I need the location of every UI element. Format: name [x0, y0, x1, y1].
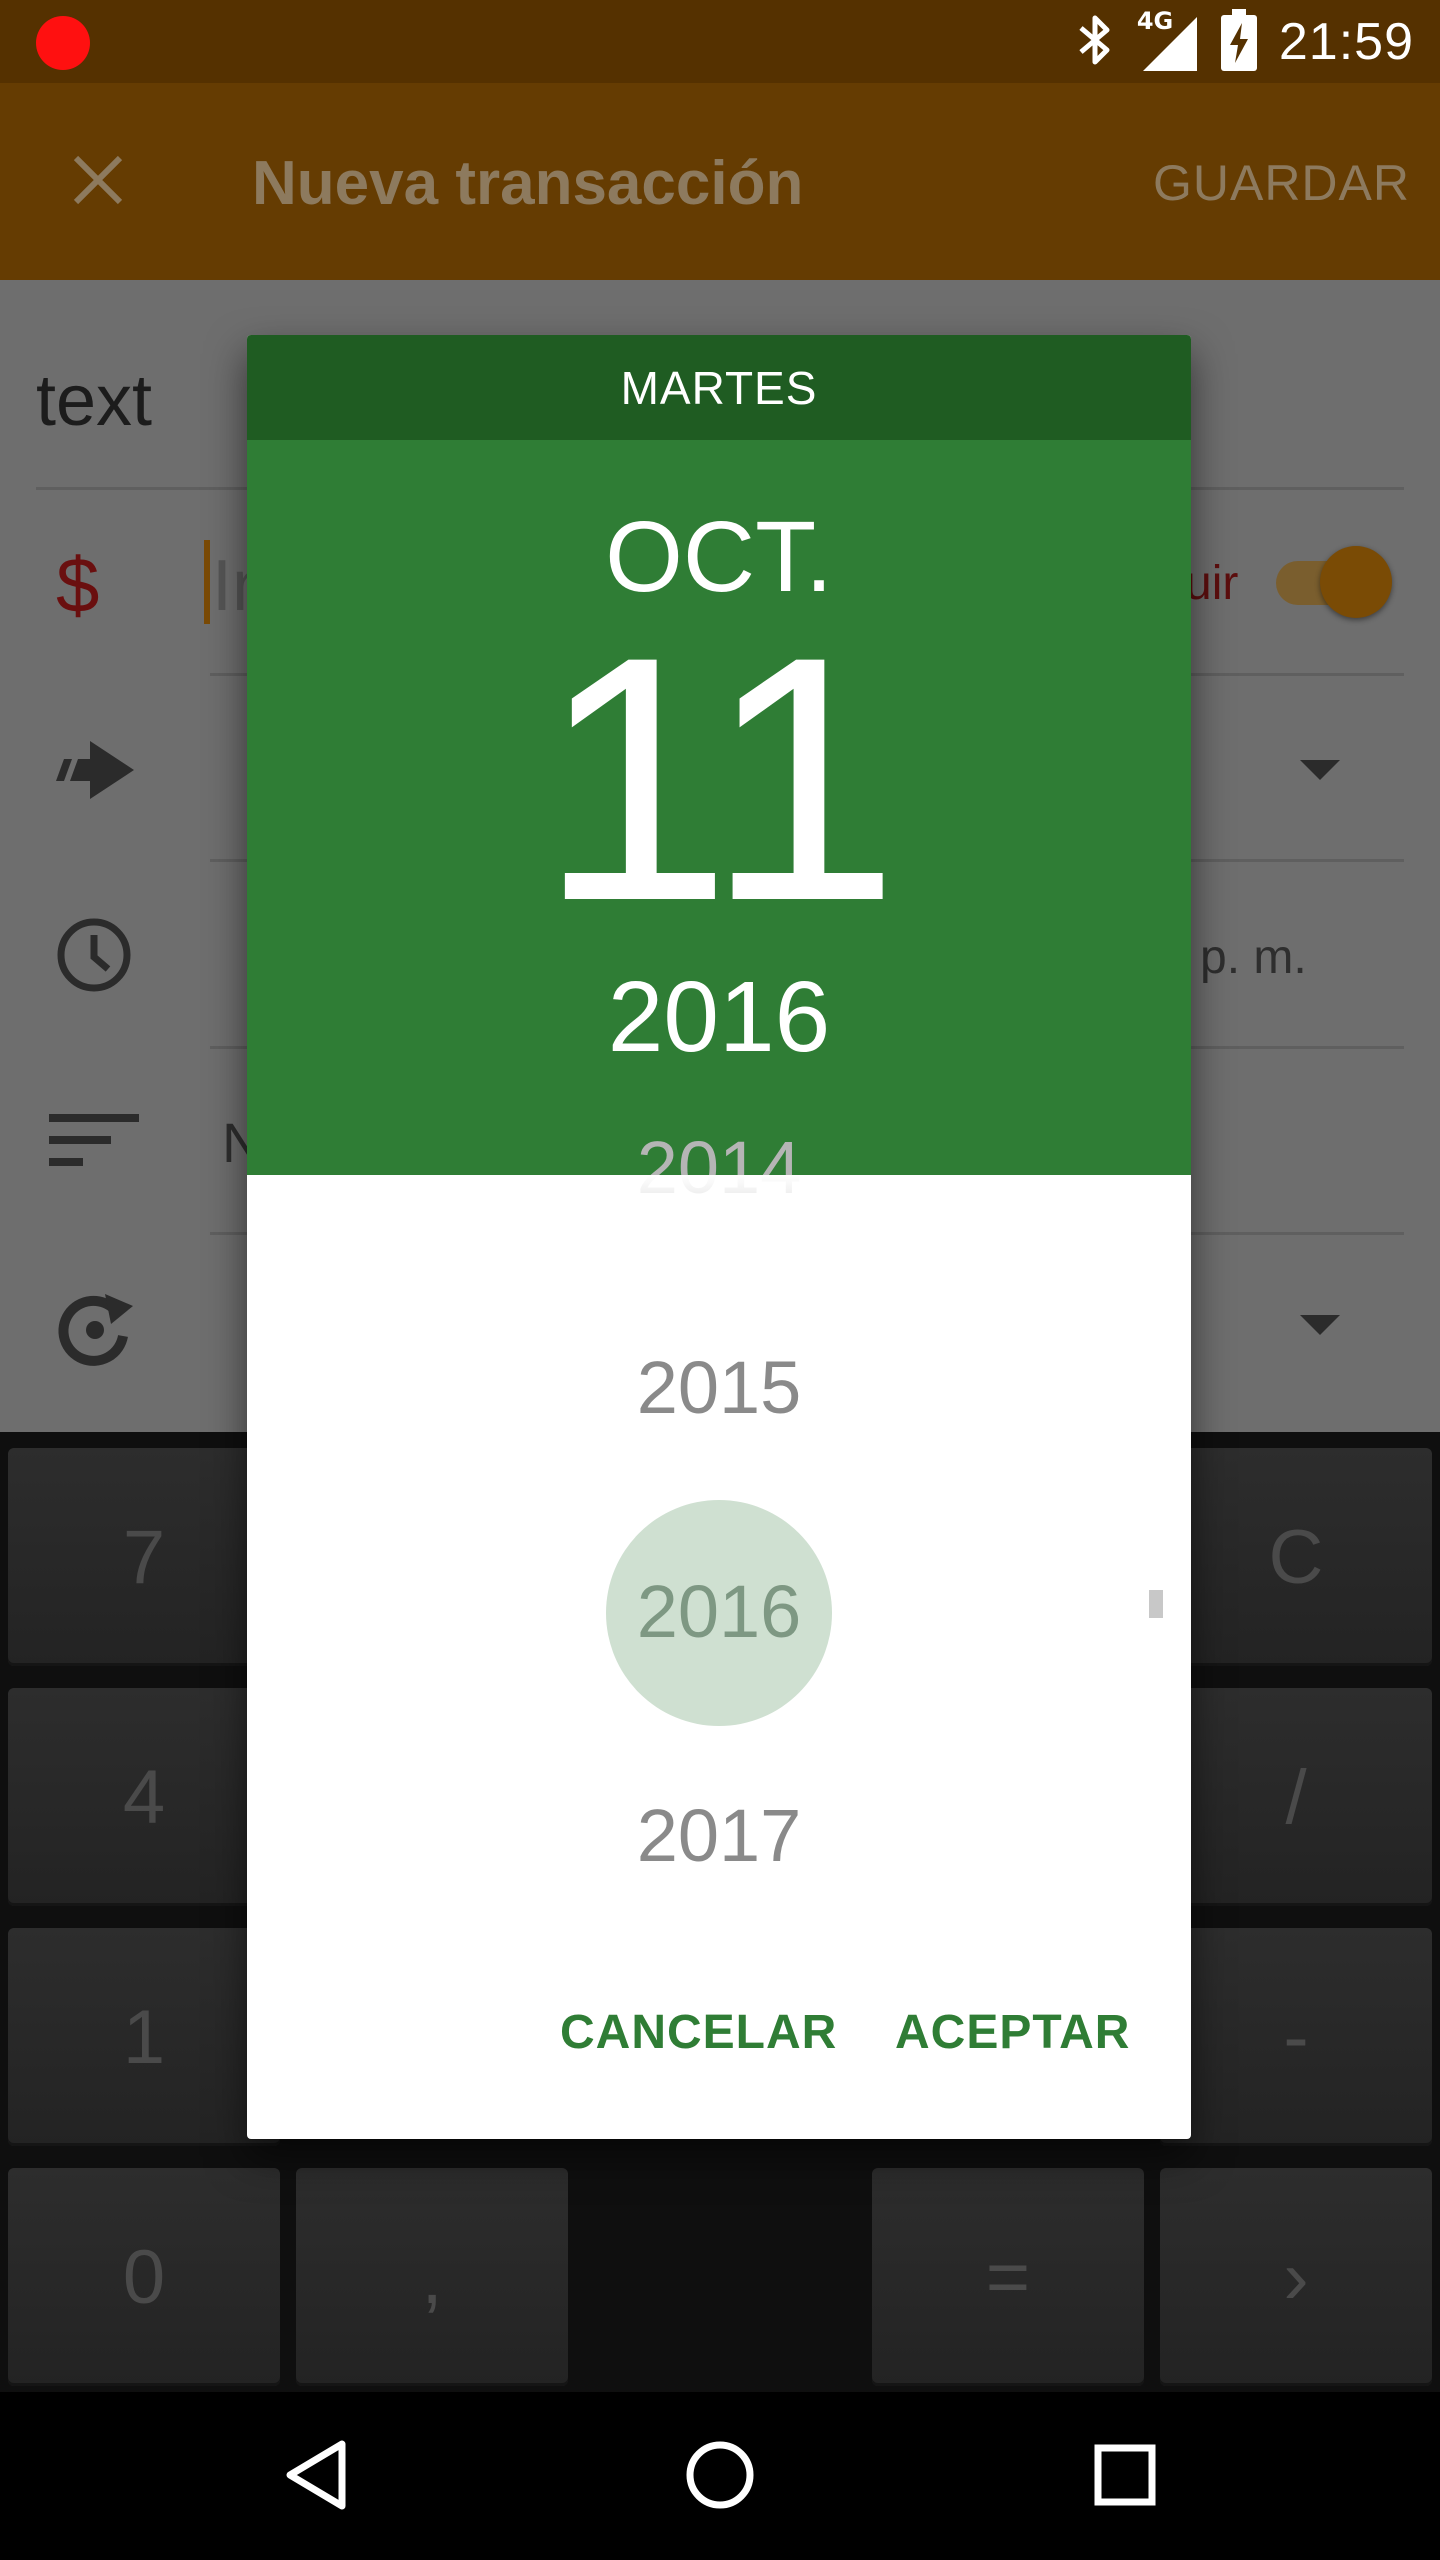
- bluetooth-icon: [1075, 12, 1115, 72]
- description-field[interactable]: text: [36, 360, 152, 442]
- dropdown-arrow-icon[interactable]: [1290, 740, 1350, 800]
- accept-button[interactable]: ACEPTAR: [895, 2005, 1130, 2060]
- notes-icon: [48, 1105, 140, 1175]
- close-icon: [73, 155, 123, 205]
- network-type-label: 4G: [1136, 6, 1174, 35]
- time-field[interactable]: p. m.: [1200, 930, 1307, 985]
- home-button[interactable]: [665, 2420, 775, 2530]
- selected-year-header[interactable]: 2016: [247, 960, 1191, 1075]
- weekday-header: MARTES: [247, 335, 1191, 440]
- year-item[interactable]: 2015: [247, 1345, 1191, 1430]
- close-button[interactable]: [58, 140, 138, 220]
- clock: 21:59: [1278, 12, 1414, 71]
- battery-charging-icon: [1220, 8, 1257, 75]
- transfer-arrow-icon: [50, 730, 140, 810]
- weekday-label: MARTES: [620, 361, 818, 414]
- list-fade: [247, 1175, 1191, 1265]
- back-button[interactable]: [262, 2420, 372, 2530]
- key-1[interactable]: 1: [8, 1928, 280, 2146]
- text-cursor: [204, 540, 210, 624]
- back-triangle-icon: [286, 2440, 346, 2510]
- recents-button[interactable]: [1070, 2420, 1180, 2530]
- selected-day[interactable]: 11: [247, 605, 1191, 953]
- year-item-selected[interactable]: 2016: [247, 1569, 1191, 1654]
- key-4[interactable]: 4: [8, 1688, 280, 1906]
- key-minus[interactable]: -: [1160, 1928, 1432, 2146]
- save-button[interactable]: GUARDAR: [1153, 154, 1410, 212]
- key-7[interactable]: 7: [8, 1448, 280, 1666]
- date-picker-dialog: MARTES OCT. 11 2016 2014 2015 2016 2017 …: [247, 335, 1191, 2139]
- recording-indicator-icon: [36, 16, 90, 70]
- home-circle-icon: [686, 2441, 754, 2509]
- page-title: Nueva transacción: [252, 149, 804, 218]
- status-icons: 4G 21:59: [1075, 0, 1414, 83]
- key-0[interactable]: 0: [8, 2168, 280, 2386]
- key-decimal[interactable]: ,: [296, 2168, 568, 2386]
- recents-square-icon: [1094, 2444, 1156, 2506]
- toggle-thumb[interactable]: [1320, 546, 1392, 618]
- cancel-button[interactable]: CANCELAR: [560, 2005, 837, 2060]
- dropdown-arrow-icon[interactable]: [1290, 1295, 1350, 1355]
- key-clear[interactable]: C: [1160, 1448, 1432, 1666]
- cell-signal-icon: 4G: [1137, 7, 1199, 73]
- toggle-label: uir: [1185, 557, 1239, 610]
- key-equals[interactable]: =: [872, 2168, 1144, 2386]
- repeat-icon: [50, 1285, 140, 1375]
- currency-symbol: $: [56, 541, 100, 629]
- key-divide[interactable]: /: [1160, 1688, 1432, 1906]
- scrollbar[interactable]: [1149, 1590, 1163, 1618]
- key-next[interactable]: ›: [1160, 2168, 1432, 2386]
- year-item[interactable]: 2017: [247, 1793, 1191, 1878]
- clock-icon: [52, 913, 136, 997]
